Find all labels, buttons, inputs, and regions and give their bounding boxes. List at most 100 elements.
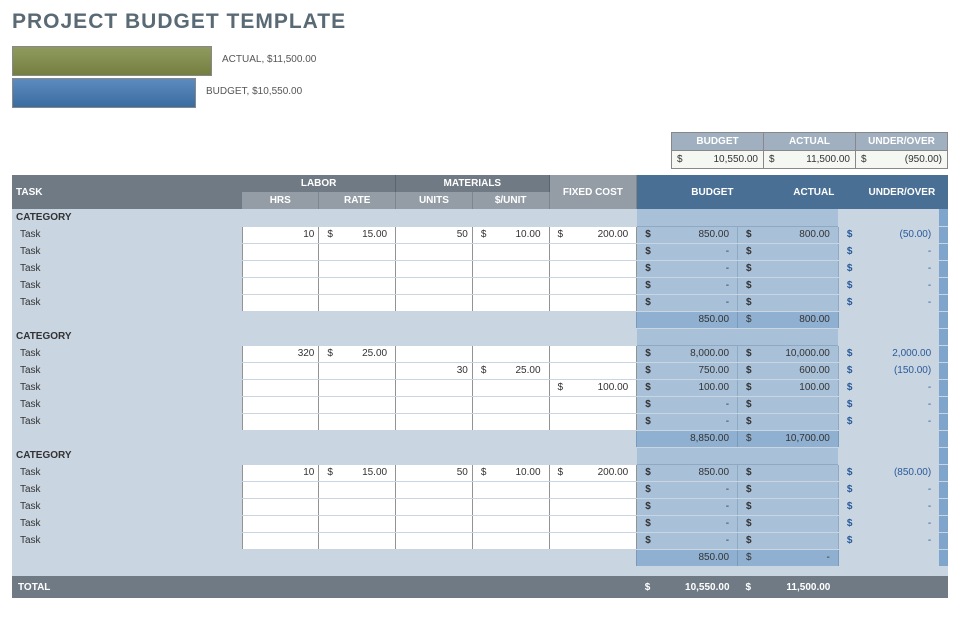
- rate-cell[interactable]: [319, 379, 396, 396]
- hrs-cell[interactable]: [242, 532, 319, 549]
- hrs-cell[interactable]: [242, 498, 319, 515]
- subtotal-actual: $800.00: [738, 311, 839, 328]
- rate-cell[interactable]: [319, 413, 396, 430]
- hdr-labor: LABOR: [242, 175, 395, 192]
- sunit-cell[interactable]: [472, 498, 549, 515]
- rate-cell[interactable]: [319, 481, 396, 498]
- rate-cell[interactable]: [319, 277, 396, 294]
- fixed-cell[interactable]: $200.00: [549, 464, 637, 481]
- fixed-cell[interactable]: [549, 260, 637, 277]
- task-label: Task: [12, 277, 242, 294]
- subtotal-row: 8,850.00$10,700.00: [12, 430, 948, 447]
- fixed-cell[interactable]: [549, 481, 637, 498]
- total-label: TOTAL: [12, 576, 242, 598]
- units-cell[interactable]: [396, 413, 473, 430]
- rate-cell[interactable]: [319, 294, 396, 311]
- fixed-cell[interactable]: $200.00: [549, 226, 637, 243]
- sunit-cell[interactable]: $10.00: [472, 226, 549, 243]
- hrs-cell[interactable]: 320: [242, 345, 319, 362]
- hrs-cell[interactable]: [242, 379, 319, 396]
- units-cell[interactable]: [396, 532, 473, 549]
- sunit-cell[interactable]: [472, 277, 549, 294]
- fixed-cell[interactable]: [549, 396, 637, 413]
- units-cell[interactable]: [396, 481, 473, 498]
- fixed-cell[interactable]: [549, 532, 637, 549]
- sunit-cell[interactable]: $25.00: [472, 362, 549, 379]
- fixed-cell[interactable]: [549, 515, 637, 532]
- rate-cell[interactable]: [319, 362, 396, 379]
- subtotal-row: 850.00$-: [12, 549, 948, 566]
- sunit-cell[interactable]: [472, 345, 549, 362]
- sunit-cell[interactable]: [472, 379, 549, 396]
- sunit-cell[interactable]: [472, 515, 549, 532]
- units-cell[interactable]: [396, 277, 473, 294]
- units-cell[interactable]: [396, 243, 473, 260]
- fixed-cell[interactable]: [549, 413, 637, 430]
- units-cell[interactable]: 30: [396, 362, 473, 379]
- hrs-cell[interactable]: [242, 243, 319, 260]
- actual-cell: $: [738, 294, 839, 311]
- table-row: Task$-$$-: [12, 277, 948, 294]
- sunit-cell[interactable]: [472, 294, 549, 311]
- budget-cell: $8,000.00: [637, 345, 738, 362]
- sunit-cell[interactable]: [472, 413, 549, 430]
- hrs-cell[interactable]: [242, 277, 319, 294]
- hrs-cell[interactable]: 10: [242, 226, 319, 243]
- rate-cell[interactable]: $25.00: [319, 345, 396, 362]
- category-label: CATEGORY: [12, 328, 242, 345]
- units-cell[interactable]: 50: [396, 464, 473, 481]
- units-cell[interactable]: [396, 515, 473, 532]
- rate-cell[interactable]: [319, 396, 396, 413]
- sunit-cell[interactable]: [472, 260, 549, 277]
- rate-cell[interactable]: [319, 243, 396, 260]
- table-row: Task$-$$-: [12, 396, 948, 413]
- sunit-cell[interactable]: [472, 481, 549, 498]
- hdr-uo: UNDER/OVER: [838, 175, 939, 209]
- units-cell[interactable]: [396, 294, 473, 311]
- budget-cell: $-: [637, 294, 738, 311]
- hrs-cell[interactable]: [242, 481, 319, 498]
- fixed-cell[interactable]: [549, 243, 637, 260]
- fixed-cell[interactable]: [549, 277, 637, 294]
- fixed-cell[interactable]: [549, 345, 637, 362]
- fixed-cell[interactable]: [549, 362, 637, 379]
- units-cell[interactable]: 50: [396, 226, 473, 243]
- hdr-rate: RATE: [319, 192, 396, 209]
- rate-cell[interactable]: [319, 532, 396, 549]
- hrs-cell[interactable]: [242, 413, 319, 430]
- units-cell[interactable]: [396, 498, 473, 515]
- subtotal-actual: $10,700.00: [738, 430, 839, 447]
- rate-cell[interactable]: [319, 260, 396, 277]
- actual-cell: $10,000.00: [738, 345, 839, 362]
- units-cell[interactable]: [396, 345, 473, 362]
- units-cell[interactable]: [396, 379, 473, 396]
- uo-cell: $-: [838, 294, 939, 311]
- rate-cell[interactable]: [319, 515, 396, 532]
- rate-cell[interactable]: [319, 498, 396, 515]
- table-row: Task10$15.0050$10.00$200.00$850.00$800.0…: [12, 226, 948, 243]
- fixed-cell[interactable]: [549, 294, 637, 311]
- sunit-cell[interactable]: [472, 396, 549, 413]
- actual-cell: $: [738, 515, 839, 532]
- sunit-cell[interactable]: $10.00: [472, 464, 549, 481]
- hrs-cell[interactable]: [242, 260, 319, 277]
- fixed-cell[interactable]: [549, 498, 637, 515]
- budget-cell: $-: [637, 243, 738, 260]
- rate-cell[interactable]: $15.00: [319, 226, 396, 243]
- budget-cell: $-: [637, 532, 738, 549]
- hrs-cell[interactable]: [242, 396, 319, 413]
- rate-cell[interactable]: $15.00: [319, 464, 396, 481]
- task-label: Task: [12, 243, 242, 260]
- sunit-cell[interactable]: [472, 532, 549, 549]
- subtotal-actual: $-: [738, 549, 839, 566]
- hdr-sunit: $/UNIT: [472, 192, 549, 209]
- units-cell[interactable]: [396, 396, 473, 413]
- units-cell[interactable]: [396, 260, 473, 277]
- fixed-cell[interactable]: $100.00: [549, 379, 637, 396]
- sunit-cell[interactable]: [472, 243, 549, 260]
- hrs-cell[interactable]: 10: [242, 464, 319, 481]
- hrs-cell[interactable]: [242, 294, 319, 311]
- hrs-cell[interactable]: [242, 515, 319, 532]
- hrs-cell[interactable]: [242, 362, 319, 379]
- subtotal-row: 850.00$800.00: [12, 311, 948, 328]
